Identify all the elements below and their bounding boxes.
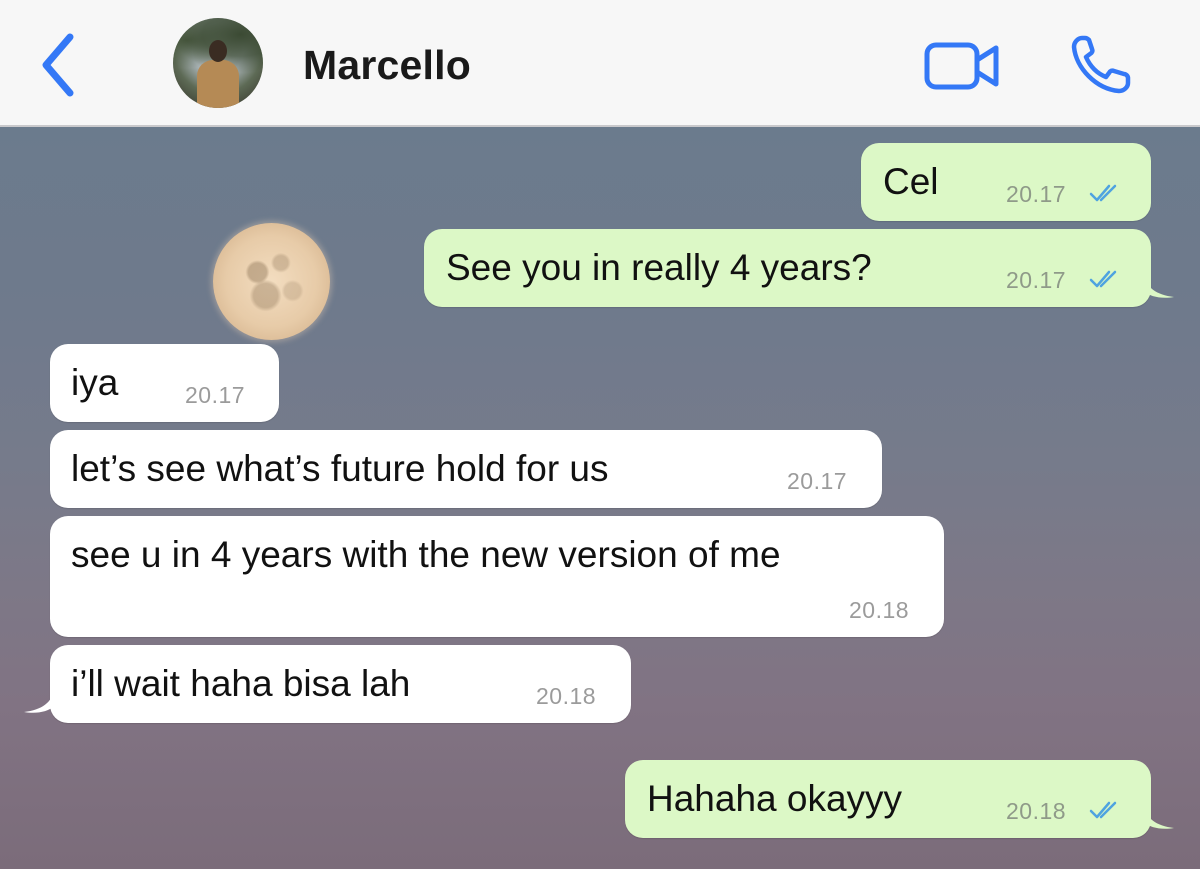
read-receipt-icon (1089, 801, 1117, 819)
message-time: 20.17 (787, 468, 848, 494)
message-text: iya (71, 362, 119, 403)
message-text: let’s see what’s future hold for us (71, 448, 609, 489)
message-time: 20.18 (849, 597, 910, 623)
read-receipt-icon (1089, 270, 1117, 288)
message-text: i’ll wait haha bisa lah (71, 663, 411, 704)
chevron-left-icon (42, 33, 74, 97)
incoming-message[interactable]: see u in 4 years with the new version of… (50, 516, 944, 637)
chat-header: Marcello (0, 0, 1200, 127)
incoming-message[interactable]: i’ll wait haha bisa lah 20.18 (50, 645, 631, 723)
bubble-tail (1144, 806, 1174, 829)
message-time: 20.17 (1006, 267, 1067, 293)
incoming-message[interactable]: iya 20.17 (50, 344, 279, 422)
phone-icon (1071, 35, 1131, 94)
bubble-tail (1144, 275, 1174, 298)
contact-name[interactable]: Marcello (303, 42, 471, 89)
message-time: 20.17 (1006, 181, 1067, 207)
read-receipt-icon (1089, 184, 1117, 202)
message-text: see u in 4 years with the new version of… (71, 534, 781, 575)
outgoing-message[interactable]: Hahaha okayyy 20.18 (625, 760, 1151, 838)
message-time: 20.18 (1006, 798, 1067, 824)
message-text: Cel (883, 161, 939, 202)
message-time: 20.17 (185, 382, 246, 408)
bubble-tail (24, 690, 54, 713)
chat-screen: Marcello Cel 20.17 See you in really 4 y… (0, 0, 1200, 869)
moon-wallpaper-image (213, 223, 330, 340)
voice-call-button[interactable] (1068, 34, 1134, 96)
chat-background[interactable]: Cel 20.17 See you in really 4 years? 20.… (0, 127, 1200, 869)
video-call-button[interactable] (924, 40, 1000, 92)
message-text: See you in really 4 years? (446, 247, 872, 288)
back-button[interactable] (30, 30, 86, 100)
incoming-message[interactable]: let’s see what’s future hold for us 20.1… (50, 430, 882, 508)
outgoing-message[interactable]: Cel 20.17 (861, 143, 1151, 221)
contact-avatar[interactable] (173, 18, 263, 108)
message-time: 20.18 (536, 683, 597, 709)
video-camera-icon (924, 42, 999, 90)
outgoing-message[interactable]: See you in really 4 years? 20.17 (424, 229, 1151, 307)
message-text: Hahaha okayyy (647, 778, 903, 819)
